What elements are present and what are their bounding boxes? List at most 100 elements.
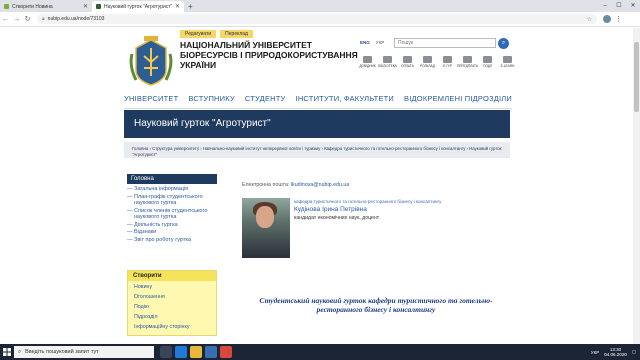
events-icon <box>483 56 492 63</box>
create-info-page-link[interactable]: Інформаційну сторінку <box>128 321 216 331</box>
tab-title: Науковий гурток "Агротурист" <box>104 3 173 10</box>
quick-link-library[interactable]: БІБЛІОТЕКА <box>378 56 397 68</box>
sidebar-item-activity[interactable]: Діяльність гуртка <box>127 222 227 229</box>
forward-arrow-icon[interactable]: → <box>11 16 22 23</box>
store-icon[interactable] <box>205 346 217 358</box>
nav-university[interactable]: УНІВЕРСИТЕТ <box>124 94 178 103</box>
clock[interactable]: 13:30 04.06.2020 <box>604 347 627 358</box>
menu-kebab-icon[interactable]: ⋮ <box>615 15 622 23</box>
quick-link-schedule[interactable]: РОЗКЛАД <box>418 56 437 68</box>
quick-link-subscription[interactable]: ПЕРЕДПЛАТА <box>457 56 478 68</box>
url-input[interactable]: 🔒︎ nubip.edu.ua/node/73103 ☆ <box>37 14 597 24</box>
search-icon[interactable]: ⌕ <box>498 38 509 49</box>
close-tab-icon[interactable]: ✕ <box>175 3 180 10</box>
department-link[interactable]: кафедра туристичного та готельно-рестора… <box>294 199 441 204</box>
sidebar-item-general-info[interactable]: Загальна інформація <box>127 186 227 193</box>
page-scrollbar[interactable] <box>633 28 640 344</box>
explorer-icon[interactable] <box>190 346 202 358</box>
create-event-link[interactable]: Подію <box>128 301 216 311</box>
chrome-icon[interactable] <box>220 346 232 358</box>
nav-institutes[interactable]: ІНСТИТУТИ, ФАКУЛЬТЕТИ <box>296 94 394 103</box>
search-icon: ⌕ <box>18 348 22 355</box>
breadcrumb[interactable]: Головна › Структура університету › Навча… <box>132 146 508 158</box>
create-news-link[interactable]: Новину <box>128 281 216 291</box>
reload-icon[interactable]: ↻ <box>22 15 33 23</box>
new-tab-button[interactable]: + <box>188 1 193 12</box>
site-favicon-icon <box>4 4 9 9</box>
university-name[interactable]: НАЦІОНАЛЬНИЙ УНІВЕРСИТЕТ БІОРЕСУРСІВ І П… <box>180 40 370 70</box>
email-link[interactable]: lkudinova@nubip.edu.ua <box>291 182 349 188</box>
quick-link-handbook[interactable]: ДОВІДНИК <box>358 56 377 68</box>
clock-date: 04.06.2020 <box>604 352 627 357</box>
search-input[interactable] <box>394 38 496 48</box>
payment-icon <box>403 56 412 63</box>
calendar-icon <box>423 56 432 63</box>
sidebar-item-awards[interactable]: Відзнаки <box>127 229 227 236</box>
lang-eng-link[interactable]: ENG <box>360 40 370 45</box>
back-arrow-icon[interactable]: ← <box>0 16 11 23</box>
edge-icon[interactable] <box>175 346 187 358</box>
taskbar-search-input[interactable]: ⌕ Введіть пошуковий запит тут <box>14 346 154 358</box>
quick-link-egur[interactable]: Е-ГУР <box>438 56 457 68</box>
web-page: Редагувати Переклад НАЦІОНАЛЬНИЙ УНІВЕРС… <box>0 28 640 344</box>
quick-link-events[interactable]: ПОДІЇ <box>478 56 497 68</box>
sidebar-item-report[interactable]: Звіт про роботу гуртка <box>127 237 227 244</box>
create-panel-heading: Створити <box>128 271 216 281</box>
window-controls: – ☐ ✕ <box>598 0 640 12</box>
scrollbar-thumb[interactable] <box>634 42 639 112</box>
minimize-button[interactable]: – <box>598 0 612 12</box>
email-label: Електронна пошта: <box>242 182 290 188</box>
club-description: Студентський науковий гурток кафедри тур… <box>259 296 493 314</box>
task-view-icon[interactable] <box>160 346 172 358</box>
address-bar-row: ← → ↻ 🔒︎ nubip.edu.ua/node/73103 ☆ ⋮ <box>0 12 640 27</box>
edit-link[interactable]: Редагувати <box>180 30 217 38</box>
elearning-icon <box>503 56 512 63</box>
system-tray: УКР 13:30 04.06.2020 ▢ <box>591 347 640 358</box>
nav-applicants[interactable]: ВСТУПНИКУ <box>188 94 234 103</box>
site-favicon-icon <box>96 4 101 9</box>
sidebar-heading[interactable]: Головна <box>127 174 217 184</box>
profile-avatar[interactable] <box>603 15 611 23</box>
person-name-link[interactable]: Кудінова Ірина Петрівна <box>294 206 367 213</box>
nav-divider <box>124 108 512 109</box>
close-tab-icon[interactable]: ✕ <box>83 3 88 10</box>
url-text: nubip.edu.ua/node/73103 <box>47 16 105 22</box>
create-announcement-link[interactable]: Оголошення <box>128 291 216 301</box>
sidebar-item-schedule[interactable]: План-графік студентського наукового гурт… <box>127 194 227 207</box>
nav-branches[interactable]: ВІДОКРЕМЛЕНІ ПІДРОЗДІЛИ <box>404 94 512 103</box>
language-switcher: ENG УКР <box>360 40 384 45</box>
windows-start-icon[interactable] <box>0 344 14 360</box>
quick-link-elearn[interactable]: E-LEARN <box>498 56 517 68</box>
sidebar-item-members[interactable]: Список членів студентського наукового гу… <box>127 208 227 221</box>
main-nav: УНІВЕРСИТЕТ ВСТУПНИКУ СТУДЕНТУ ІНСТИТУТИ… <box>124 94 512 103</box>
page-title: Науковий гурток "Агротурист" <box>124 110 510 138</box>
taskbar-apps <box>160 346 232 358</box>
taskbar-search-placeholder: Введіть пошуковий запит тут <box>25 349 99 355</box>
university-logo[interactable] <box>126 36 176 88</box>
lang-ukr-link[interactable]: УКР <box>376 40 385 45</box>
email-row: Електронна пошта: lkudinova@nubip.edu.ua <box>242 182 349 188</box>
windows-taskbar: ⌕ Введіть пошуковий запит тут УКР 13:30 … <box>0 344 640 360</box>
sidebar-menu: Загальна інформація План-графік студентс… <box>127 186 227 244</box>
browser-tab-agrotourist[interactable]: Науковий гурток "Агротурист" ✕ <box>92 1 184 12</box>
browser-tab-bar: Створити Новина ✕ Науковий гурток "Агрот… <box>0 0 640 12</box>
newspaper-icon <box>463 56 472 63</box>
language-indicator[interactable]: УКР <box>591 350 599 355</box>
close-window-button[interactable]: ✕ <box>626 0 640 12</box>
photo-face <box>256 206 274 228</box>
quick-links: ДОВІДНИК БІБЛІОТЕКА ОПЛАТА РОЗКЛАД Е-ГУР… <box>358 56 517 68</box>
create-unit-link[interactable]: Підрозділ <box>128 311 216 321</box>
lock-icon: 🔒︎ <box>42 16 45 22</box>
quick-link-payment[interactable]: ОПЛАТА <box>398 56 417 68</box>
library-icon <box>383 56 392 63</box>
browser-tab-create-news[interactable]: Створити Новина ✕ <box>0 1 92 12</box>
maximize-button[interactable]: ☐ <box>612 0 626 12</box>
document-icon <box>443 56 452 63</box>
bookmark-star-icon[interactable]: ☆ <box>587 16 592 23</box>
nav-students[interactable]: СТУДЕНТУ <box>245 94 286 103</box>
translate-link[interactable]: Переклад <box>220 30 253 38</box>
notifications-icon[interactable]: ▢ <box>632 349 636 355</box>
person-degree: кандидат економічних наук, доцент <box>294 215 380 221</box>
book-icon <box>363 56 372 63</box>
admin-links: Редагувати Переклад <box>180 30 253 38</box>
